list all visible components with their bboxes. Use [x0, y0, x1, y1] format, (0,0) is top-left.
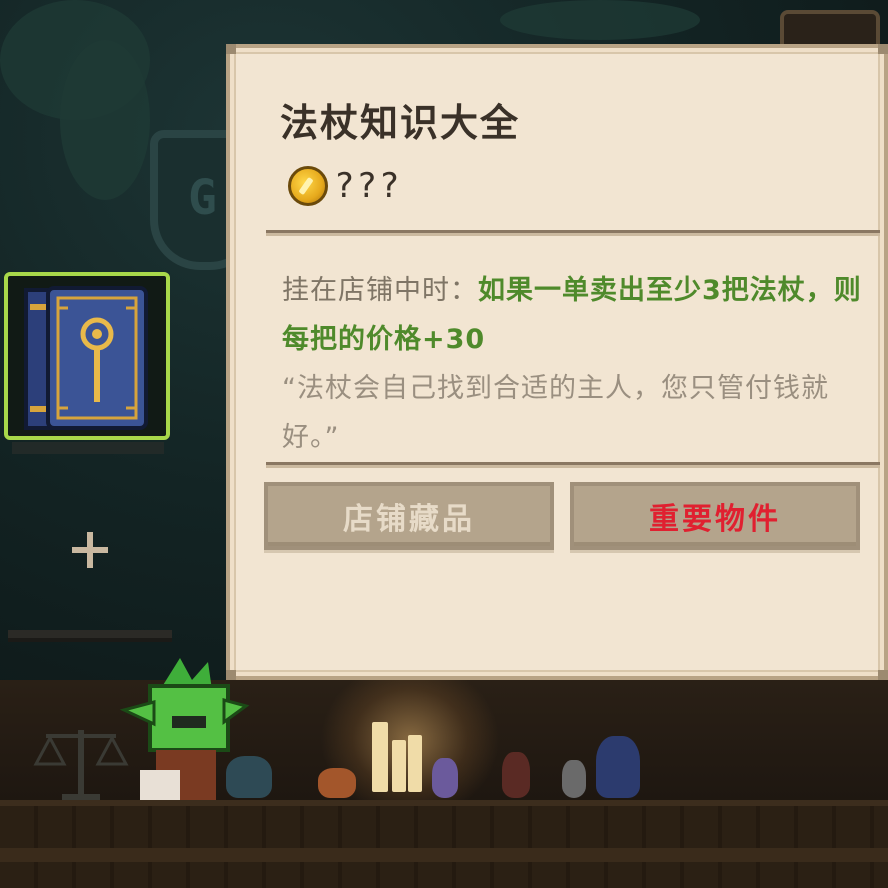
potion-bottle [562, 760, 586, 798]
staff-book-icon[interactable] [22, 284, 150, 432]
wall-vine [500, 0, 700, 40]
potion-bottle [502, 752, 530, 798]
item-slot-base [12, 442, 164, 454]
description-prefix: 挂在店铺中时： [282, 275, 478, 306]
shop-items-button[interactable]: 店铺藏品 [264, 482, 554, 550]
gold-coin-icon [288, 166, 328, 206]
potion-bottle [596, 736, 640, 798]
key-items-button[interactable]: 重要物件 [570, 482, 860, 550]
item-description: 挂在店铺中时：如果一单卖出至少3把法杖，则每把的价格+30 “法杖会自己找到合适… [282, 266, 872, 462]
divider-bottom [266, 462, 880, 468]
panel-corner [226, 670, 236, 680]
candle [408, 735, 422, 792]
counter-rail [0, 848, 888, 862]
description-quote: “法杖会自己找到合适的主人，您只管付钱就好。” [282, 373, 829, 453]
potion-bottle [432, 758, 458, 798]
potion-bottle [318, 768, 356, 798]
wall-shelf [8, 630, 172, 642]
wall-vine [60, 40, 150, 200]
panel-corner [878, 670, 888, 680]
panel-corner [226, 44, 236, 54]
item-title: 法杖知识大全 [280, 101, 521, 145]
divider-top [266, 230, 880, 236]
wall-emblem-mark: G [188, 170, 217, 226]
candle [372, 722, 388, 792]
item-price: ??? [334, 166, 402, 206]
candle [392, 740, 406, 792]
panel-corner [878, 44, 888, 54]
shop-counter [0, 800, 888, 888]
plus-icon[interactable] [70, 530, 110, 570]
item-info-panel: 法杖知识大全 ??? 挂在店铺中时：如果一单卖出至少3把法杖，则每把的价格+30… [226, 44, 888, 680]
price-row: ??? [288, 166, 401, 206]
